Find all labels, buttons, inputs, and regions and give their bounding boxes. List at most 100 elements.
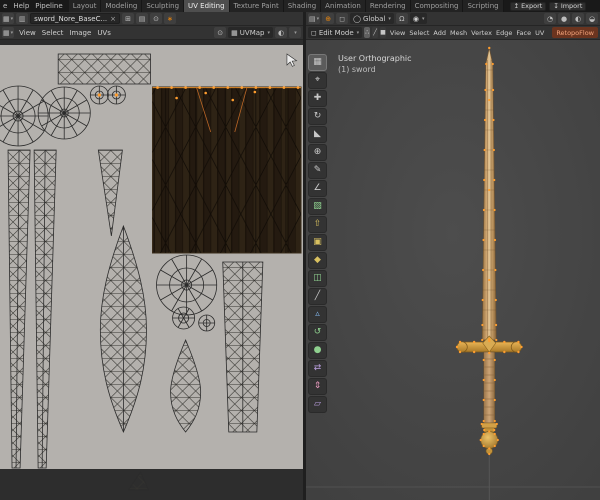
tab-compositing[interactable]: Compositing xyxy=(410,0,464,12)
uvmap-pin-icon[interactable]: ⊙ xyxy=(214,27,227,38)
viewport-canvas[interactable] xyxy=(306,40,600,500)
tab-scripting[interactable]: Scripting xyxy=(463,0,504,12)
viewport-overlay: User Orthographic (1) sword xyxy=(338,53,412,75)
orientation-selector[interactable]: ◯ Global ▾ xyxy=(350,13,394,24)
uv-island-truss-top xyxy=(57,53,151,85)
tool-measure[interactable]: ∠ xyxy=(308,180,327,197)
tool-select-box[interactable]: ▦ xyxy=(308,54,327,71)
tool-smooth[interactable]: ● xyxy=(308,342,327,359)
shading-material-button[interactable]: ◐ xyxy=(572,13,584,24)
vp-menu-uv[interactable]: UV xyxy=(533,26,546,39)
tab-modeling[interactable]: Modeling xyxy=(101,0,143,12)
orientation-label: Global xyxy=(362,14,386,23)
main-area: ▦ ▾ ▥ sword_Nore_BaseC... × ⊞ ▤ ⊙ ∗ ▦ ▾ … xyxy=(0,12,600,500)
image-name-field[interactable]: sword_Nore_BaseC... × xyxy=(30,13,121,24)
vp-menu-face[interactable]: Face xyxy=(514,26,533,39)
viewport-editor-type-icon: ▤ xyxy=(309,14,316,23)
tab-layout[interactable]: Layout xyxy=(68,0,102,12)
tool-move[interactable]: ✚ xyxy=(308,90,327,107)
tool-knife[interactable]: ╱ xyxy=(308,288,327,305)
vp-menu-view[interactable]: View xyxy=(388,26,407,39)
workspace-tabs: Layout Modeling Sculpting UV Editing Texture… xyxy=(68,0,504,12)
editor-type-button[interactable]: ▦ ▾ xyxy=(2,13,15,24)
tab-sculpting[interactable]: Sculpting xyxy=(142,0,185,12)
chevron-down-icon: ▾ xyxy=(388,15,391,22)
mode-label: Edit Mode xyxy=(318,28,354,37)
tool-shear[interactable]: ▱ xyxy=(308,396,327,413)
tool-extrude-region[interactable]: ⇧ xyxy=(308,216,327,233)
proportional-editing-button[interactable]: ◉ ▾ xyxy=(409,13,428,24)
vp-menu-edge[interactable]: Edge xyxy=(494,26,514,39)
vertex-select-button[interactable]: ∴ xyxy=(364,27,371,38)
retopoflow-button[interactable]: RetopoFlow xyxy=(552,27,599,38)
tool-spin[interactable]: ↺ xyxy=(308,324,327,341)
display-options-button[interactable]: ▾ xyxy=(289,27,301,38)
tab-animation[interactable]: Animation xyxy=(321,0,366,12)
tab-rendering[interactable]: Rendering xyxy=(365,0,411,12)
pommel-collar xyxy=(481,422,498,429)
pin-icon[interactable]: ⊙ xyxy=(150,13,163,24)
vp-menu-mesh[interactable]: Mesh xyxy=(448,26,469,39)
shading-rendered-button[interactable]: ◒ xyxy=(586,13,598,24)
uv-menu-image[interactable]: Image xyxy=(66,26,94,39)
tool-rotate[interactable]: ↻ xyxy=(308,108,327,125)
uvmap-selector[interactable]: ▦ UVMap ▾ xyxy=(228,27,273,38)
mode-selector[interactable]: ◻ Edit Mode ▾ xyxy=(308,27,363,38)
uv-canvas[interactable] xyxy=(0,40,303,500)
viewport-editor-type-button[interactable]: ▤ ▾ xyxy=(308,13,321,24)
shading-wireframe-button[interactable]: ◔ xyxy=(544,13,556,24)
uv-editor-icon[interactable]: ▦ ▾ xyxy=(2,27,15,38)
edge-select-button[interactable]: ╱ xyxy=(372,27,378,38)
vp-menu-add[interactable]: Add xyxy=(431,26,448,39)
uv-texture-block[interactable] xyxy=(152,86,302,254)
uv-editor-type-icon: ▦ xyxy=(3,14,10,23)
tab-uv-editing[interactable]: UV Editing xyxy=(184,0,230,12)
chevron-down-icon: ▾ xyxy=(356,29,360,36)
export-label: Export xyxy=(521,2,543,10)
topbar-actions: ↥ Export ↧ Import xyxy=(509,0,587,12)
tool-annotate[interactable]: ✎ xyxy=(308,162,327,179)
tool-add-cube[interactable]: ▧ xyxy=(308,198,327,215)
export-icon: ↥ xyxy=(513,2,520,10)
tool-edge-slide[interactable]: ⇄ xyxy=(308,360,327,377)
topbar: e Help Pipeline Layout Modeling Sculpting UV … xyxy=(0,0,600,12)
menu-pipeline[interactable]: Pipeline xyxy=(32,0,65,12)
shading-solid-button[interactable]: ● xyxy=(558,13,570,24)
uv-menu-uvs[interactable]: UVs xyxy=(94,26,114,39)
tool-transform[interactable]: ⊕ xyxy=(308,144,327,161)
tab-shading[interactable]: Shading xyxy=(283,0,322,12)
import-button[interactable]: ↧ Import xyxy=(549,1,587,11)
uv-grid-icon: ▦ xyxy=(3,28,10,37)
mode-options-icon[interactable]: ◻ xyxy=(336,13,349,24)
open-image-button[interactable]: ▤ xyxy=(136,13,149,24)
menu-help[interactable]: Help xyxy=(10,0,32,12)
new-image-button[interactable]: ⊞ xyxy=(122,13,135,24)
tool-scale[interactable]: ◣ xyxy=(308,126,327,143)
tool-poly-build[interactable]: ▵ xyxy=(308,306,327,323)
import-label: Import xyxy=(560,2,583,10)
vp-menu-select[interactable]: Select xyxy=(407,26,431,39)
uv-canvas-wrap xyxy=(0,40,303,500)
uv-menu-select[interactable]: Select xyxy=(39,26,67,39)
filter-icon[interactable]: ∗ xyxy=(164,13,177,24)
chevron-down-icon: ▾ xyxy=(316,15,320,22)
uv-menu-view[interactable]: View xyxy=(16,26,39,39)
uvmap-label: UVMap xyxy=(239,28,265,37)
face-select-button[interactable]: ■ xyxy=(380,27,386,38)
tool-bevel[interactable]: ◆ xyxy=(308,252,327,269)
blender-window: e Help Pipeline Layout Modeling Sculpting UV … xyxy=(0,0,600,500)
display-channels-button[interactable]: ◐ xyxy=(275,27,287,38)
active-tool-icon[interactable]: ⊕ xyxy=(322,13,335,24)
tab-texture-paint[interactable]: Texture Paint xyxy=(229,0,284,12)
vp-menu-vertex[interactable]: Vertex xyxy=(469,26,494,39)
tool-cursor[interactable]: ⌖ xyxy=(308,72,327,89)
unlink-image-icon[interactable]: × xyxy=(110,15,116,23)
viewport-bg[interactable] xyxy=(306,40,600,500)
export-button[interactable]: ↥ Export xyxy=(509,1,547,11)
tool-shrink-fatten[interactable]: ⇕ xyxy=(308,378,327,395)
tool-loop-cut[interactable]: ◫ xyxy=(308,270,327,287)
menu-e[interactable]: e xyxy=(0,0,10,12)
image-browse-icon[interactable]: ▥ xyxy=(16,13,29,24)
tool-inset-faces[interactable]: ▣ xyxy=(308,234,327,251)
snap-magnet-icon[interactable]: Ω xyxy=(395,13,408,24)
